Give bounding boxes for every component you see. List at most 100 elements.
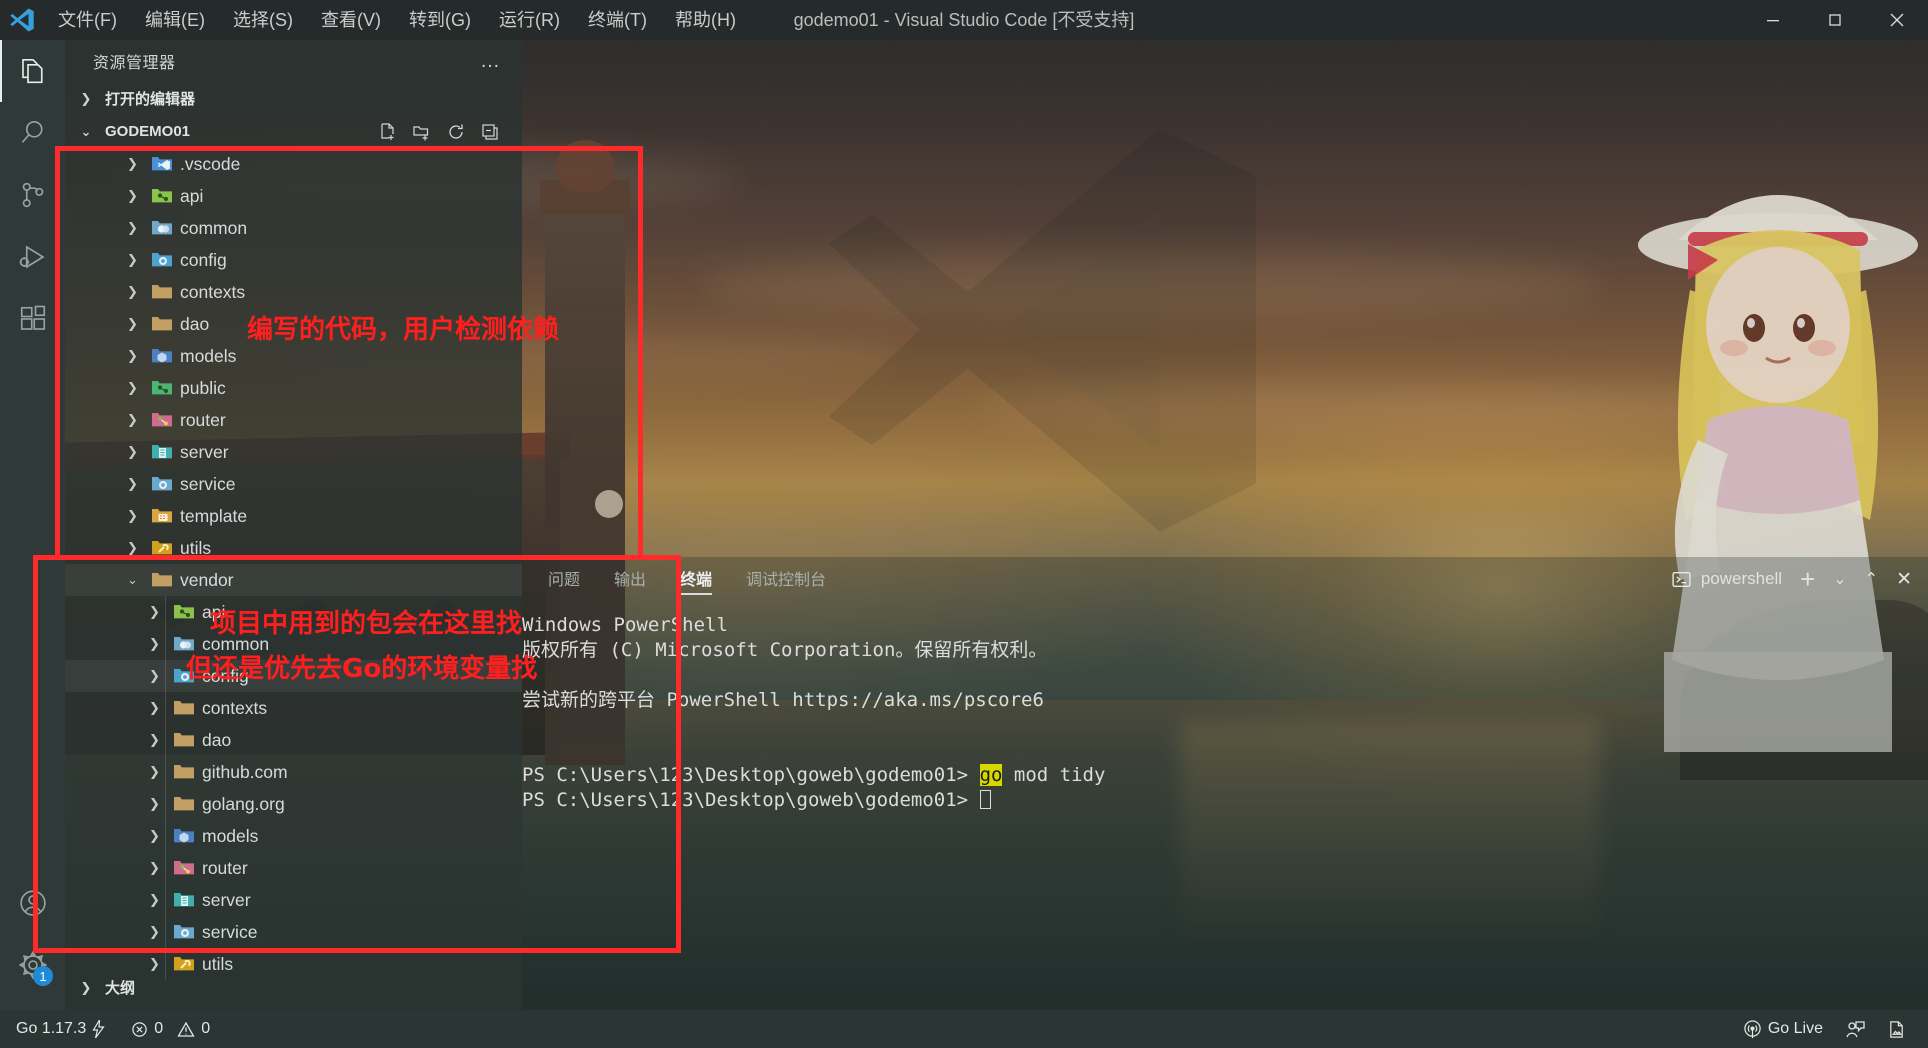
tree-item-.vscode[interactable]: ❯ .vscode	[65, 148, 522, 180]
warning-count: 0	[201, 1020, 211, 1037]
collapse-all-icon[interactable]	[480, 122, 500, 142]
file-tree[interactable]: ❯ .vscode ❯ api ❯ common ❯ config ❯ contexts ❯ dao ❯…	[65, 148, 522, 980]
section-workspace[interactable]: ⌄ GODEMO01	[65, 115, 522, 148]
chevron-right-icon[interactable]: ❯	[149, 956, 160, 972]
menu-selection[interactable]: 选择(S)	[219, 0, 307, 40]
chevron-right-icon[interactable]: ❯	[149, 860, 160, 876]
status-go-live[interactable]: Go Live	[1743, 1019, 1823, 1039]
go-live-label: Go Live	[1767, 1020, 1823, 1037]
terminal-dropdown-chevron-down-icon[interactable]: ⌄	[1833, 569, 1846, 589]
chevron-right-icon[interactable]: ❯	[127, 508, 138, 524]
maximize-panel-chevron-up-icon[interactable]: ⌃	[1865, 569, 1878, 589]
status-screenshot[interactable]	[1887, 1020, 1906, 1039]
tree-item-dao[interactable]: ❯ dao	[65, 724, 522, 756]
chevron-right-icon[interactable]: ❯	[127, 380, 138, 396]
tree-item-common[interactable]: ❯ common	[65, 212, 522, 244]
status-go-version[interactable]: Go 1.17.3	[16, 1020, 105, 1038]
activity-item-search[interactable]	[0, 102, 65, 164]
chevron-right-icon[interactable]: ❯	[127, 476, 138, 492]
tree-item-label: contexts	[202, 697, 268, 718]
close-button[interactable]	[1866, 0, 1928, 40]
status-problems[interactable]: 0 0	[131, 1020, 210, 1038]
vscode-window: 文件(F) 编辑(E) 选择(S) 查看(V) 转到(G) 运行(R) 终端(T…	[0, 0, 1928, 1048]
explorer-more-actions-icon[interactable]: …	[480, 50, 502, 73]
activity-item-run-debug[interactable]	[0, 226, 65, 288]
tree-item-server[interactable]: ❯ server	[65, 436, 522, 468]
workspace-actions[interactable]	[378, 122, 522, 142]
section-open-editors[interactable]: ❯ 打开的编辑器	[65, 82, 522, 115]
panel-actions[interactable]: powershell + ⌄ ⌃ ✕	[1671, 557, 1912, 601]
section-outline[interactable]: ❯ 大纲	[65, 971, 522, 1004]
activity-item-extensions[interactable]	[0, 288, 65, 350]
chevron-right-icon[interactable]: ❯	[149, 636, 160, 652]
tree-item-utils[interactable]: ❯ utils	[65, 532, 522, 564]
tab-problems[interactable]: 问题	[548, 557, 580, 601]
chevron-right-icon[interactable]: ❯	[149, 764, 160, 780]
chevron-right-icon[interactable]: ❯	[149, 828, 160, 844]
chevron-right-icon[interactable]: ❯	[127, 188, 138, 204]
chevron-right-icon[interactable]: ❯	[149, 604, 160, 620]
activity-item-account[interactable]	[0, 872, 65, 934]
menu-file[interactable]: 文件(F)	[44, 0, 131, 40]
chevron-right-icon[interactable]: ❯	[127, 348, 138, 364]
tab-terminal[interactable]: 终端	[680, 557, 713, 601]
maximize-button[interactable]	[1804, 0, 1866, 40]
chevron-right-icon[interactable]: ❯	[127, 156, 138, 172]
chevron-down-icon[interactable]: ⌄	[127, 572, 138, 588]
chevron-right-icon[interactable]: ❯	[127, 444, 138, 460]
tree-item-contexts[interactable]: ❯ contexts	[65, 692, 522, 724]
tree-item-service[interactable]: ❯ service	[65, 916, 522, 948]
refresh-icon[interactable]	[446, 122, 466, 142]
chevron-right-icon[interactable]: ❯	[149, 732, 160, 748]
tree-item-router[interactable]: ❯ router	[65, 404, 522, 436]
menu-goto[interactable]: 转到(G)	[395, 0, 485, 40]
tree-item-contexts[interactable]: ❯ contexts	[65, 276, 522, 308]
tree-item-golang.org[interactable]: ❯ golang.org	[65, 788, 522, 820]
tree-item-server[interactable]: ❯ server	[65, 884, 522, 916]
tree-item-public[interactable]: ❯ public	[65, 372, 522, 404]
menu-edit[interactable]: 编辑(E)	[131, 0, 219, 40]
tree-item-router[interactable]: ❯ router	[65, 852, 522, 884]
activity-item-source-control[interactable]	[0, 164, 65, 226]
tab-debug-console[interactable]: 调试控制台	[746, 557, 826, 601]
chevron-right-icon[interactable]: ❯	[149, 892, 160, 908]
wallpaper-tower-clock	[595, 490, 623, 518]
tree-item-label: contexts	[180, 281, 246, 302]
terminal-selector[interactable]: powershell	[1671, 569, 1782, 590]
new-terminal-icon[interactable]: +	[1800, 566, 1815, 592]
tree-item-vendor[interactable]: ⌄ vendor	[65, 564, 522, 596]
chevron-right-icon[interactable]: ❯	[149, 700, 160, 716]
terminal-active-prompt-line[interactable]: PS C:\Users\123\Desktop\goweb\godemo01>	[522, 788, 1928, 813]
chevron-right-icon[interactable]: ❯	[127, 540, 138, 556]
menu-view[interactable]: 查看(V)	[307, 0, 395, 40]
chevron-right-icon[interactable]: ❯	[127, 412, 138, 428]
minimize-button[interactable]	[1742, 0, 1804, 40]
new-file-icon[interactable]	[378, 122, 398, 142]
tree-item-github.com[interactable]: ❯ github.com	[65, 756, 522, 788]
panel-tab-bar[interactable]: 问题 输出 终端 调试控制台 powershell + ⌄ ⌃ ✕	[522, 557, 1928, 601]
tree-item-config[interactable]: ❯ config	[65, 244, 522, 276]
close-panel-icon[interactable]: ✕	[1896, 568, 1912, 591]
menu-terminal[interactable]: 终端(T)	[574, 0, 661, 40]
menu-bar[interactable]: 文件(F) 编辑(E) 选择(S) 查看(V) 转到(G) 运行(R) 终端(T…	[44, 0, 750, 40]
tree-item-template[interactable]: ❯ template	[65, 500, 522, 532]
status-feedback[interactable]	[1845, 1020, 1865, 1039]
tree-item-service[interactable]: ❯ service	[65, 468, 522, 500]
menu-help[interactable]: 帮助(H)	[661, 0, 750, 40]
activity-item-settings[interactable]: 1	[0, 934, 65, 996]
activity-item-explorer[interactable]	[0, 40, 65, 102]
tree-item-models[interactable]: ❯ models	[65, 820, 522, 852]
tab-output[interactable]: 输出	[614, 557, 646, 601]
window-controls[interactable]	[1742, 0, 1928, 40]
chevron-right-icon[interactable]: ❯	[149, 668, 160, 684]
menu-run[interactable]: 运行(R)	[485, 0, 574, 40]
chevron-right-icon[interactable]: ❯	[127, 252, 138, 268]
chevron-right-icon[interactable]: ❯	[127, 316, 138, 332]
chevron-right-icon[interactable]: ❯	[149, 796, 160, 812]
new-folder-icon[interactable]	[412, 122, 432, 142]
chevron-right-icon[interactable]: ❯	[149, 924, 160, 940]
chevron-right-icon[interactable]: ❯	[127, 284, 138, 300]
chevron-right-icon[interactable]: ❯	[127, 220, 138, 236]
tree-item-api[interactable]: ❯ api	[65, 180, 522, 212]
